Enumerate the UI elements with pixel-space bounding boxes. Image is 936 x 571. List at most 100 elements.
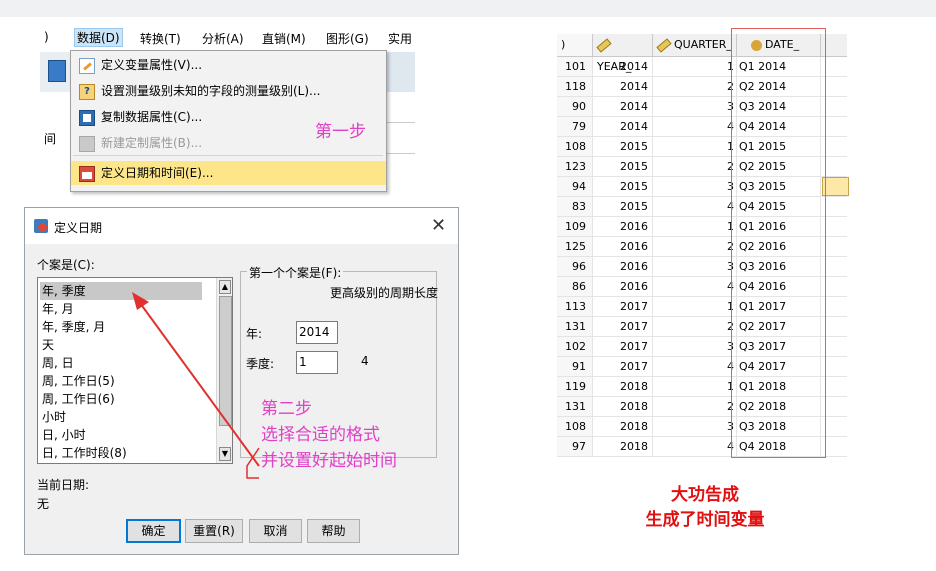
quarter-cell[interactable]: 3 bbox=[653, 177, 737, 196]
row-id-cell[interactable]: 119 bbox=[557, 377, 593, 396]
year-cell[interactable]: 2014 bbox=[593, 97, 653, 116]
quarter-cell[interactable]: 2 bbox=[653, 397, 737, 416]
toolbar-background bbox=[40, 52, 73, 92]
quarter-cell[interactable]: 4 bbox=[653, 357, 737, 376]
ruler-icon bbox=[596, 37, 612, 53]
row-id-cell[interactable]: 94 bbox=[557, 177, 593, 196]
menu-bar-item-partial[interactable]: ) bbox=[44, 30, 49, 44]
year-cell[interactable]: 2017 bbox=[593, 357, 653, 376]
ruler-icon bbox=[656, 37, 672, 53]
row-id-cell[interactable]: 131 bbox=[557, 317, 593, 336]
row-id-cell[interactable]: 97 bbox=[557, 437, 593, 456]
menu-separator bbox=[73, 155, 383, 156]
menu-direct-marketing[interactable]: 直销(M) bbox=[262, 30, 306, 47]
quarter-cell[interactable]: 1 bbox=[653, 137, 737, 156]
quarter-cell[interactable]: 3 bbox=[653, 257, 737, 276]
row-id-cell[interactable]: 91 bbox=[557, 357, 593, 376]
year-cell[interactable]: 2016 bbox=[593, 277, 653, 296]
year-cell[interactable]: 2015 bbox=[593, 137, 653, 156]
open-data-icon[interactable] bbox=[48, 60, 66, 82]
column-header-year[interactable]: YEAR_ bbox=[593, 34, 653, 73]
column-header-quarter[interactable]: QUARTER_ bbox=[653, 34, 737, 56]
quarter-cell[interactable]: 1 bbox=[653, 377, 737, 396]
measure-level-icon: ? bbox=[79, 84, 95, 100]
menu-item-set-measurement-level[interactable]: ? 设置测量级别未知的字段的测量级别(L)... bbox=[71, 79, 386, 103]
quarter-cell[interactable]: 3 bbox=[653, 97, 737, 116]
quarter-cell[interactable]: 3 bbox=[653, 417, 737, 436]
quarter-cell[interactable]: 2 bbox=[653, 317, 737, 336]
quarter-cell[interactable]: 4 bbox=[653, 277, 737, 296]
menu-utilities[interactable]: 实用 bbox=[388, 30, 412, 47]
year-cell[interactable]: 2014 bbox=[593, 57, 653, 76]
quarter-cell[interactable]: 1 bbox=[653, 217, 737, 236]
grid-column-label: 间 bbox=[44, 132, 57, 146]
row-id-cell[interactable]: 90 bbox=[557, 97, 593, 116]
define-dates-icon bbox=[79, 166, 95, 182]
year-cell[interactable]: 2017 bbox=[593, 297, 653, 316]
copy-data-properties-icon bbox=[79, 110, 95, 126]
year-cell[interactable]: 2018 bbox=[593, 397, 653, 416]
row-id-cell[interactable]: 123 bbox=[557, 157, 593, 176]
year-cell[interactable]: 2017 bbox=[593, 337, 653, 356]
menu-graphs[interactable]: 图形(G) bbox=[326, 30, 369, 47]
row-id-cell[interactable]: 101 bbox=[557, 57, 593, 76]
quarter-cell[interactable]: 4 bbox=[653, 117, 737, 136]
result-annotation: 大功告成 生成了时间变量 bbox=[590, 483, 820, 533]
menu-bar: ) 数据(D) 转换(T) 分析(A) 直销(M) 图形(G) 实用 bbox=[40, 22, 415, 52]
step-one-annotation: 第一步 bbox=[315, 122, 366, 142]
define-dates-dialog: 定义日期 ✕ 个案是(C): 年, 季度 年, 月 年, 季度, 月 天 周, … bbox=[24, 207, 459, 555]
menu-item-define-variable-properties[interactable]: 定义变量属性(V)... bbox=[71, 53, 386, 77]
year-cell[interactable]: 2018 bbox=[593, 417, 653, 436]
year-cell[interactable]: 2018 bbox=[593, 377, 653, 396]
row-id-cell[interactable]: 102 bbox=[557, 337, 593, 356]
quarter-cell[interactable]: 4 bbox=[653, 437, 737, 456]
year-cell[interactable]: 2015 bbox=[593, 197, 653, 216]
year-cell[interactable]: 2015 bbox=[593, 157, 653, 176]
quarter-cell[interactable]: 2 bbox=[653, 157, 737, 176]
grid-background bbox=[385, 122, 415, 154]
annotation-arrow bbox=[132, 292, 260, 479]
menu-data[interactable]: 数据(D) bbox=[74, 28, 123, 47]
top-strip bbox=[0, 0, 936, 17]
year-cell[interactable]: 2018 bbox=[593, 437, 653, 456]
row-id-cell[interactable]: 108 bbox=[557, 417, 593, 436]
row-id-cell[interactable]: 109 bbox=[557, 217, 593, 236]
menu-item-define-dates[interactable]: 定义日期和时间(E)... bbox=[71, 161, 386, 185]
year-cell[interactable]: 2014 bbox=[593, 77, 653, 96]
quarter-cell[interactable]: 3 bbox=[653, 337, 737, 356]
define-variable-properties-icon bbox=[79, 58, 95, 74]
date-column-highlight bbox=[731, 28, 826, 458]
spss-data-menu-screenshot: ) 数据(D) 转换(T) 分析(A) 直销(M) 图形(G) 实用 间 定义变… bbox=[40, 22, 415, 197]
selected-cell[interactable] bbox=[822, 177, 849, 196]
row-id-cell[interactable]: 108 bbox=[557, 137, 593, 156]
menu-transform[interactable]: 转换(T) bbox=[140, 30, 181, 47]
year-cell[interactable]: 2016 bbox=[593, 257, 653, 276]
row-id-cell[interactable]: 113 bbox=[557, 297, 593, 316]
year-cell[interactable]: 2017 bbox=[593, 317, 653, 336]
step-two-line: 并设置好起始时间 bbox=[261, 451, 397, 471]
quarter-cell[interactable]: 4 bbox=[653, 197, 737, 216]
year-cell[interactable]: 2016 bbox=[593, 237, 653, 256]
row-id-cell[interactable]: 96 bbox=[557, 257, 593, 276]
row-id-cell[interactable]: 125 bbox=[557, 237, 593, 256]
step-two-line: 选择合适的格式 bbox=[261, 425, 380, 445]
row-id-cell[interactable]: 79 bbox=[557, 117, 593, 136]
result-line: 生成了时间变量 bbox=[645, 510, 765, 530]
quarter-cell[interactable]: 1 bbox=[653, 297, 737, 316]
quarter-cell[interactable]: 1 bbox=[653, 57, 737, 76]
year-cell[interactable]: 2014 bbox=[593, 117, 653, 136]
quarter-cell[interactable]: 2 bbox=[653, 237, 737, 256]
custom-attribute-icon bbox=[79, 136, 95, 152]
step-two-line: 第二步 bbox=[261, 399, 312, 419]
row-id-cell[interactable]: 131 bbox=[557, 397, 593, 416]
menu-analyze[interactable]: 分析(A) bbox=[202, 30, 244, 47]
row-id-cell[interactable]: 118 bbox=[557, 77, 593, 96]
quarter-cell[interactable]: 2 bbox=[653, 77, 737, 96]
column-header-partial[interactable]: ) bbox=[557, 34, 593, 56]
row-id-cell[interactable]: 83 bbox=[557, 197, 593, 216]
step-two-annotation: 第二步 选择合适的格式 并设置好起始时间 bbox=[261, 396, 397, 474]
year-cell[interactable]: 2016 bbox=[593, 217, 653, 236]
year-cell[interactable]: 2015 bbox=[593, 177, 653, 196]
row-id-cell[interactable]: 86 bbox=[557, 277, 593, 296]
toolbar-background-right bbox=[385, 52, 415, 92]
